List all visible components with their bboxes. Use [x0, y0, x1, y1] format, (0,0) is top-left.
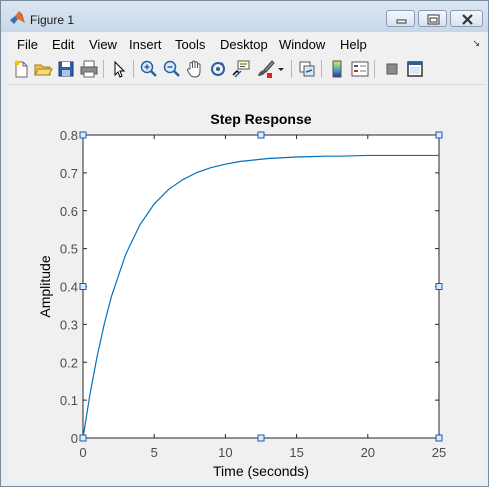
y-tick-label: 0.6 — [60, 204, 78, 219]
legend-icon — [351, 61, 369, 77]
maximize-button[interactable] — [418, 10, 447, 27]
colorbar-icon — [332, 60, 342, 78]
y-tick-label: 0.4 — [60, 280, 78, 295]
menu-desktop[interactable]: Desktop — [220, 37, 268, 52]
matlab-logo-icon — [10, 11, 25, 24]
data-cursor-button[interactable] — [231, 59, 251, 79]
selection-handle — [435, 434, 443, 442]
x-tick-label: 20 — [361, 445, 375, 460]
zoom-out-icon — [163, 60, 180, 77]
restore-icon — [427, 14, 440, 25]
show-plot-tools-icon — [407, 61, 423, 77]
y-tick-label: 0.3 — [60, 317, 78, 332]
x-tick-label: 0 — [79, 445, 86, 460]
show-plot-tools-button[interactable] — [405, 59, 425, 79]
hide-plot-tools-button[interactable] — [382, 59, 402, 79]
link-plot-icon — [299, 61, 315, 77]
figure-window: Figure 1 File Edit View Insert Tools Des… — [0, 0, 489, 487]
window-title: Figure 1 — [30, 13, 75, 27]
menu-tools[interactable]: Tools — [175, 37, 205, 52]
hide-plot-tools-icon — [386, 63, 398, 75]
x-axis-label: Time (seconds) — [213, 463, 309, 479]
x-tick-label: 25 — [432, 445, 446, 460]
pan-button[interactable] — [185, 59, 205, 79]
menu-bar: File Edit View Insert Tools Desktop Wind… — [8, 33, 484, 53]
open-file-button[interactable] — [33, 59, 53, 79]
toolbar-separator — [291, 60, 292, 78]
save-button[interactable] — [56, 59, 76, 79]
brush-icon — [258, 60, 275, 78]
close-button[interactable] — [450, 10, 483, 27]
x-tick-label: 10 — [218, 445, 232, 460]
toolbar-separator — [133, 60, 134, 78]
open-file-icon — [34, 64, 53, 76]
menu-edit[interactable]: Edit — [52, 37, 74, 52]
link-plot-button[interactable] — [297, 59, 317, 79]
zoom-out-button[interactable] — [162, 59, 182, 79]
legend-button[interactable] — [350, 59, 370, 79]
save-icon — [58, 61, 74, 77]
rotate-3d-button[interactable] — [208, 59, 228, 79]
minimize-icon — [396, 19, 407, 24]
selection-handle — [79, 131, 87, 139]
chart-title: Step Response — [210, 111, 311, 127]
x-tick-label: 15 — [289, 445, 303, 460]
toolbar-separator — [374, 60, 375, 78]
pan-icon — [186, 60, 201, 78]
toolbar-separator — [321, 60, 322, 78]
step-response-chart[interactable]: 0 5 10 15 20 25 0 0.1 0.2 0.3 0.4 0.5 0.6 0.7 0.8 Step … — [8, 85, 484, 482]
plot-area — [83, 135, 439, 438]
edit-plot-icon — [114, 60, 126, 78]
figure-canvas: 0 5 10 15 20 25 0 0.1 0.2 0.3 0.4 0.5 0.6 0.7 0.8 Step … — [8, 85, 484, 482]
selection-handle — [79, 283, 87, 290]
new-figure-icon — [14, 60, 28, 78]
data-cursor-icon — [232, 60, 250, 78]
menu-insert[interactable]: Insert — [129, 37, 162, 52]
y-tick-label: 0.1 — [60, 393, 78, 408]
brush-button[interactable] — [255, 59, 275, 79]
menu-view[interactable]: View — [89, 37, 117, 52]
zoom-in-button[interactable] — [139, 59, 159, 79]
toolbar-separator — [103, 60, 104, 78]
selection-handle — [257, 131, 265, 139]
edit-plot-button[interactable] — [109, 59, 129, 79]
menu-window[interactable]: Window — [279, 37, 325, 52]
y-tick-label: 0.7 — [60, 166, 78, 181]
y-tick-label: 0.8 — [60, 128, 78, 143]
menu-dock-arrow-icon[interactable]: ↘ — [472, 38, 480, 49]
y-tick-label: 0.5 — [60, 242, 78, 257]
new-figure-button[interactable] — [11, 59, 31, 79]
y-tick-label: 0 — [71, 431, 78, 446]
y-tick-label: 0.2 — [60, 355, 78, 370]
zoom-in-icon — [140, 60, 157, 77]
print-button[interactable] — [79, 59, 99, 79]
y-axis-label: Amplitude — [37, 255, 53, 317]
colorbar-button[interactable] — [327, 59, 347, 79]
close-icon — [462, 14, 473, 25]
selection-handle — [79, 434, 87, 442]
selection-handle — [435, 283, 443, 290]
menu-file[interactable]: File — [17, 37, 38, 52]
rotate-3d-icon — [211, 62, 225, 76]
title-bar[interactable]: Figure 1 — [1, 1, 488, 32]
print-icon — [80, 60, 98, 78]
brush-dropdown-icon — [278, 68, 284, 71]
selection-handle — [435, 131, 443, 139]
x-tick-label: 5 — [151, 445, 158, 460]
figure-toolbar — [8, 54, 484, 85]
minimize-button[interactable] — [386, 10, 415, 27]
brush-dropdown-button[interactable] — [276, 59, 286, 79]
selection-handle — [257, 434, 265, 442]
menu-help[interactable]: Help — [340, 37, 367, 52]
